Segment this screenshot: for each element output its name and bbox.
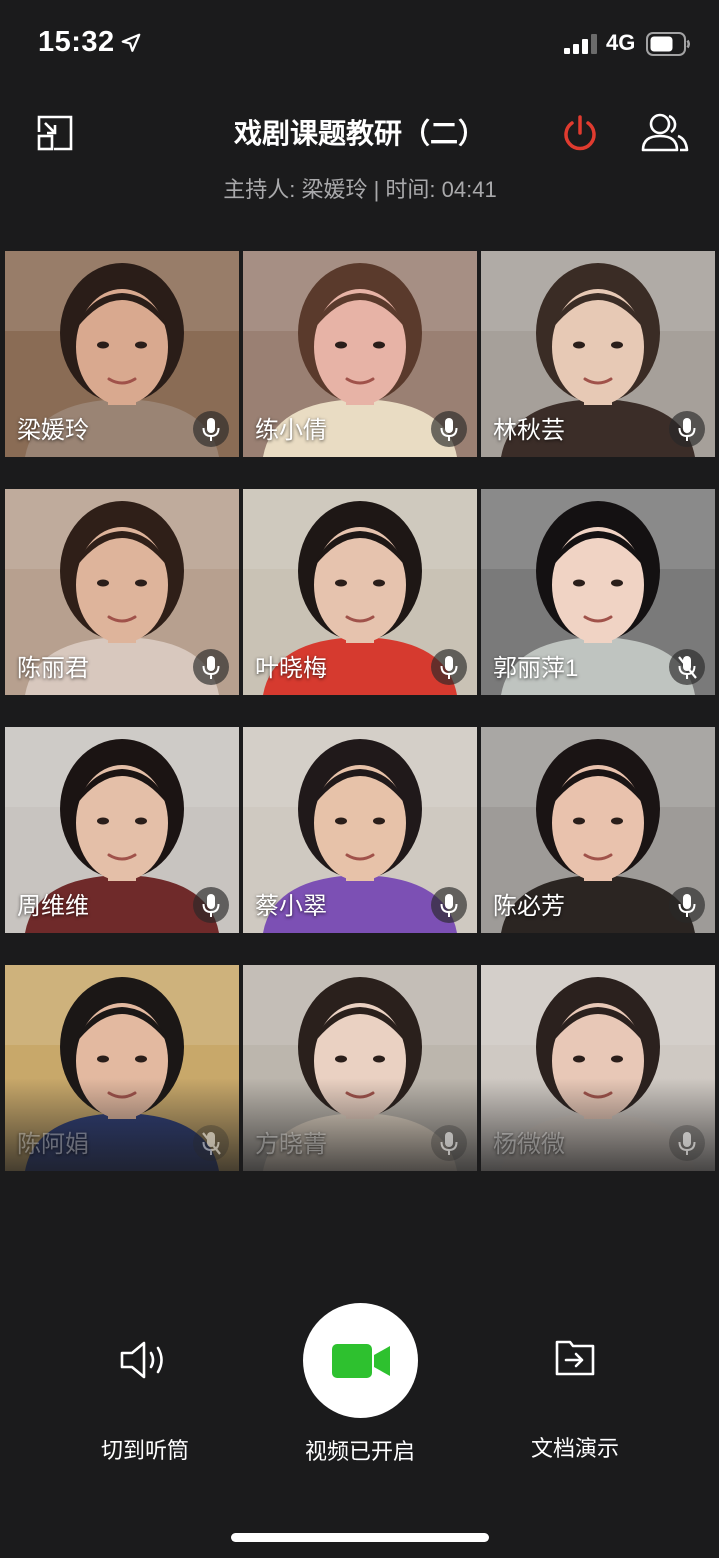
participant-tile[interactable]: 郭丽萍1 <box>481 489 715 695</box>
status-time: 15:32 <box>38 26 115 58</box>
mic-icon <box>193 649 229 685</box>
speaker-icon <box>120 1341 163 1379</box>
switch-earpiece-button[interactable]: 切到听筒 <box>70 1338 220 1465</box>
participants-icon[interactable] <box>640 112 690 154</box>
document-label: 文档演示 <box>530 1436 619 1461</box>
participant-name: 方晓菁 <box>255 1131 327 1158</box>
power-icon[interactable] <box>560 114 600 154</box>
minimize-window-icon[interactable] <box>36 114 74 152</box>
participant-name: 陈阿娟 <box>17 1131 89 1158</box>
mic-icon <box>431 1125 467 1161</box>
participant-tile[interactable]: 林秋芸 <box>481 251 715 457</box>
video-camera-icon <box>332 1344 390 1378</box>
mic-icon <box>669 887 705 923</box>
meeting-info: 主持人: 梁媛玲 | 时间: 04:41 <box>223 177 497 202</box>
participant-name: 叶晓梅 <box>255 655 327 682</box>
mic-icon <box>431 649 467 685</box>
participant-tile[interactable]: 周维维 <box>5 727 239 933</box>
participant-name: 蔡小翠 <box>255 893 327 920</box>
status-bar: 15:32 4G <box>0 0 719 90</box>
location-arrow-icon <box>121 33 141 52</box>
participant-tile[interactable]: 蔡小翠 <box>243 727 477 933</box>
participant-name: 梁媛玲 <box>17 417 89 444</box>
mic-muted-icon <box>669 649 705 685</box>
speaker-label: 切到听筒 <box>100 1438 189 1463</box>
mic-muted-icon <box>193 1125 229 1161</box>
participant-name: 陈丽君 <box>17 655 89 682</box>
participant-name: 练小倩 <box>255 417 327 444</box>
video-toggle-button[interactable] <box>303 1303 418 1418</box>
participant-tile[interactable]: 方晓菁 <box>243 965 477 1171</box>
participant-tile[interactable]: 梁媛玲 <box>5 251 239 457</box>
participant-name: 陈必芳 <box>493 893 565 920</box>
home-indicator <box>231 1533 489 1542</box>
participant-tile[interactable]: 练小倩 <box>243 251 477 457</box>
participant-tile[interactable]: 叶晓梅 <box>243 489 477 695</box>
video-label: 视频已开启 <box>304 1439 415 1464</box>
mic-icon <box>193 411 229 447</box>
participant-tile[interactable]: 陈必芳 <box>481 727 715 933</box>
mic-icon <box>669 1125 705 1161</box>
participant-tile[interactable]: 陈丽君 <box>5 489 239 695</box>
participant-name: 杨微微 <box>493 1131 565 1158</box>
mic-icon <box>431 411 467 447</box>
battery-icon <box>646 32 690 56</box>
participant-tile[interactable]: 陈阿娟 <box>5 965 239 1171</box>
participant-name: 林秋芸 <box>493 417 565 444</box>
mic-icon <box>669 411 705 447</box>
cellular-signal-icon <box>564 34 597 54</box>
network-type: 4G <box>606 30 636 55</box>
participant-name: 郭丽萍1 <box>493 655 579 682</box>
meeting-title: 戏剧课题教研（二） <box>233 118 486 149</box>
folder-share-icon <box>555 1340 595 1376</box>
mic-icon <box>431 887 467 923</box>
mic-icon <box>193 887 229 923</box>
participant-name: 周维维 <box>17 893 89 920</box>
participant-tile[interactable]: 杨微微 <box>481 965 715 1171</box>
document-present-button[interactable]: 文档演示 <box>500 1338 650 1463</box>
